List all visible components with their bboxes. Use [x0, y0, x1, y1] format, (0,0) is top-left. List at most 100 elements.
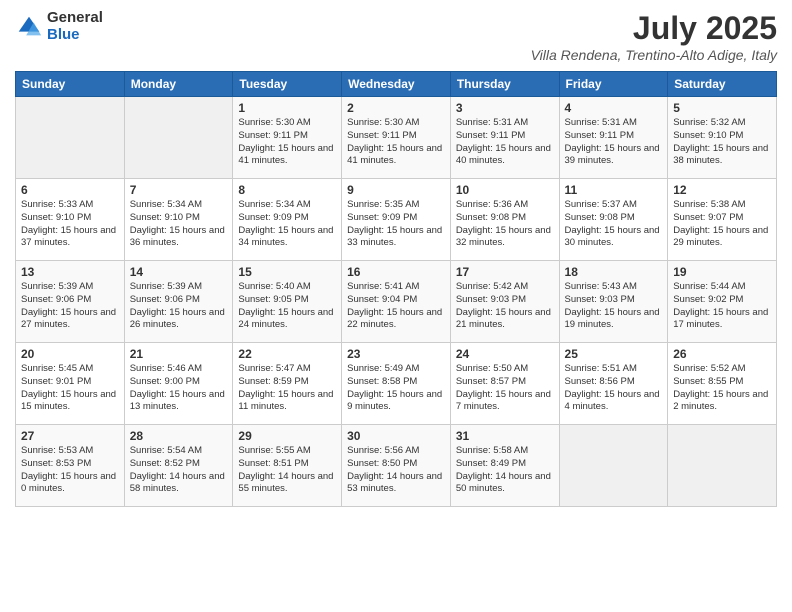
calendar-cell: 3Sunrise: 5:31 AM Sunset: 9:11 PM Daylig…: [450, 97, 559, 179]
weekday-header: Monday: [124, 72, 233, 97]
day-number: 31: [456, 429, 554, 443]
calendar-week-row: 1Sunrise: 5:30 AM Sunset: 9:11 PM Daylig…: [16, 97, 777, 179]
calendar-body: 1Sunrise: 5:30 AM Sunset: 9:11 PM Daylig…: [16, 97, 777, 507]
day-info: Sunrise: 5:31 AM Sunset: 9:11 PM Dayligh…: [565, 117, 663, 168]
day-number: 23: [347, 347, 445, 361]
day-number: 7: [130, 183, 228, 197]
day-number: 28: [130, 429, 228, 443]
calendar-cell: 25 Sunrise: 5:51 AM Sunset: 8:56 PM Dayli…: [559, 343, 668, 425]
day-info: Sunrise: 5:55 AM Sunset: 8:51 PM Dayligh…: [238, 445, 336, 496]
calendar-cell: 15 Sunrise: 5:40 AM Sunset: 9:05 PM Dayli…: [233, 261, 342, 343]
day-info: Sunrise: 5:32 AM Sunset: 9:10 PM Dayligh…: [673, 117, 771, 168]
day-info: Sunrise: 5:34 AM Sunset: 9:09 PM Dayligh…: [238, 199, 336, 250]
day-number: 11: [565, 183, 663, 197]
day-info: Sunrise: 5:42 AM Sunset: 9:03 PM Dayligh…: [456, 281, 554, 332]
day-number: 16: [347, 265, 445, 279]
day-number: 5: [673, 101, 771, 115]
day-info: Sunrise: 5:51 AM Sunset: 8:56 PM Dayligh…: [565, 363, 663, 414]
calendar-cell: 12 Sunrise: 5:38 AM Sunset: 9:07 PM Dayli…: [668, 179, 777, 261]
day-number: 8: [238, 183, 336, 197]
day-number: 13: [21, 265, 119, 279]
day-number: 10: [456, 183, 554, 197]
weekday-header: Friday: [559, 72, 668, 97]
calendar-cell: 4 Sunrise: 5:31 AM Sunset: 9:11 PM Daylig…: [559, 97, 668, 179]
calendar-cell: 8 Sunrise: 5:34 AM Sunset: 9:09 PM Daylig…: [233, 179, 342, 261]
day-info: Sunrise: 5:49 AM Sunset: 8:58 PM Dayligh…: [347, 363, 445, 414]
day-number: 22: [238, 347, 336, 361]
calendar-cell: 16 Sunrise: 5:41 AM Sunset: 9:04 PM Dayli…: [342, 261, 451, 343]
day-info: Sunrise: 5:44 AM Sunset: 9:02 PM Dayligh…: [673, 281, 771, 332]
day-number: 18: [565, 265, 663, 279]
calendar-cell: 17 Sunrise: 5:42 AM Sunset: 9:03 PM Dayli…: [450, 261, 559, 343]
logo-blue: Blue: [47, 27, 103, 44]
day-info: Sunrise: 5:43 AM Sunset: 9:03 PM Dayligh…: [565, 281, 663, 332]
calendar-cell: 10Sunrise: 5:36 AM Sunset: 9:08 PM Dayli…: [450, 179, 559, 261]
calendar-cell: [16, 97, 125, 179]
day-number: 25: [565, 347, 663, 361]
logo-icon: [15, 13, 43, 41]
day-number: 15: [238, 265, 336, 279]
day-info: Sunrise: 5:33 AM Sunset: 9:10 PM Dayligh…: [21, 199, 119, 250]
calendar-week-row: 20 Sunrise: 5:45 AM Sunset: 9:01 PM Dayli…: [16, 343, 777, 425]
day-number: 19: [673, 265, 771, 279]
calendar-cell: 19 Sunrise: 5:44 AM Sunset: 9:02 PM Dayli…: [668, 261, 777, 343]
day-info: Sunrise: 5:45 AM Sunset: 9:01 PM Dayligh…: [21, 363, 119, 414]
day-info: Sunrise: 5:47 AM Sunset: 8:59 PM Dayligh…: [238, 363, 336, 414]
calendar-cell: 1Sunrise: 5:30 AM Sunset: 9:11 PM Daylig…: [233, 97, 342, 179]
day-number: 30: [347, 429, 445, 443]
day-info: Sunrise: 5:35 AM Sunset: 9:09 PM Dayligh…: [347, 199, 445, 250]
calendar-cell: 5 Sunrise: 5:32 AM Sunset: 9:10 PM Daylig…: [668, 97, 777, 179]
day-info: Sunrise: 5:46 AM Sunset: 9:00 PM Dayligh…: [130, 363, 228, 414]
day-number: 2: [347, 101, 445, 115]
calendar-cell: 20 Sunrise: 5:45 AM Sunset: 9:01 PM Dayli…: [16, 343, 125, 425]
calendar-cell: 27Sunrise: 5:53 AM Sunset: 8:53 PM Dayli…: [16, 425, 125, 507]
page-header: General Blue July 2025 Villa Rendena, Tr…: [15, 10, 777, 63]
calendar-cell: [559, 425, 668, 507]
calendar-header: SundayMondayTuesdayWednesdayThursdayFrid…: [16, 72, 777, 97]
location: Villa Rendena, Trentino-Alto Adige, Ital…: [531, 47, 777, 63]
day-info: Sunrise: 5:31 AM Sunset: 9:11 PM Dayligh…: [456, 117, 554, 168]
day-number: 26: [673, 347, 771, 361]
day-info: Sunrise: 5:37 AM Sunset: 9:08 PM Dayligh…: [565, 199, 663, 250]
month-year: July 2025: [531, 10, 777, 47]
logo-general: General: [47, 10, 103, 27]
day-number: 20: [21, 347, 119, 361]
day-number: 1: [238, 101, 336, 115]
calendar-cell: 28 Sunrise: 5:54 AM Sunset: 8:52 PM Dayli…: [124, 425, 233, 507]
calendar-cell: 13Sunrise: 5:39 AM Sunset: 9:06 PM Dayli…: [16, 261, 125, 343]
calendar-cell: 30 Sunrise: 5:56 AM Sunset: 8:50 PM Dayli…: [342, 425, 451, 507]
calendar-cell: 24 Sunrise: 5:50 AM Sunset: 8:57 PM Dayli…: [450, 343, 559, 425]
weekday-header: Sunday: [16, 72, 125, 97]
calendar-cell: 2Sunrise: 5:30 AM Sunset: 9:11 PM Daylig…: [342, 97, 451, 179]
day-info: Sunrise: 5:40 AM Sunset: 9:05 PM Dayligh…: [238, 281, 336, 332]
day-number: 4: [565, 101, 663, 115]
day-info: Sunrise: 5:54 AM Sunset: 8:52 PM Dayligh…: [130, 445, 228, 496]
day-number: 14: [130, 265, 228, 279]
logo: General Blue: [15, 10, 103, 43]
day-info: Sunrise: 5:56 AM Sunset: 8:50 PM Dayligh…: [347, 445, 445, 496]
calendar-cell: 22 Sunrise: 5:47 AM Sunset: 8:59 PM Dayli…: [233, 343, 342, 425]
day-info: Sunrise: 5:39 AM Sunset: 9:06 PM Dayligh…: [130, 281, 228, 332]
day-info: Sunrise: 5:50 AM Sunset: 8:57 PM Dayligh…: [456, 363, 554, 414]
calendar-table: SundayMondayTuesdayWednesdayThursdayFrid…: [15, 71, 777, 507]
day-number: 24: [456, 347, 554, 361]
logo-text: General Blue: [47, 10, 103, 43]
calendar-cell: 14 Sunrise: 5:39 AM Sunset: 9:06 PM Dayli…: [124, 261, 233, 343]
day-info: Sunrise: 5:41 AM Sunset: 9:04 PM Dayligh…: [347, 281, 445, 332]
day-number: 29: [238, 429, 336, 443]
calendar-cell: [124, 97, 233, 179]
calendar-cell: [668, 425, 777, 507]
day-number: 12: [673, 183, 771, 197]
weekday-header: Thursday: [450, 72, 559, 97]
day-number: 21: [130, 347, 228, 361]
calendar-cell: 18 Sunrise: 5:43 AM Sunset: 9:03 PM Dayli…: [559, 261, 668, 343]
weekday-header: Tuesday: [233, 72, 342, 97]
calendar-cell: 26 Sunrise: 5:52 AM Sunset: 8:55 PM Dayli…: [668, 343, 777, 425]
weekday-header: Wednesday: [342, 72, 451, 97]
day-info: Sunrise: 5:52 AM Sunset: 8:55 PM Dayligh…: [673, 363, 771, 414]
day-number: 17: [456, 265, 554, 279]
calendar-cell: 6 Sunrise: 5:33 AM Sunset: 9:10 PM Daylig…: [16, 179, 125, 261]
day-info: Sunrise: 5:38 AM Sunset: 9:07 PM Dayligh…: [673, 199, 771, 250]
calendar-cell: 23 Sunrise: 5:49 AM Sunset: 8:58 PM Dayli…: [342, 343, 451, 425]
day-number: 6: [21, 183, 119, 197]
